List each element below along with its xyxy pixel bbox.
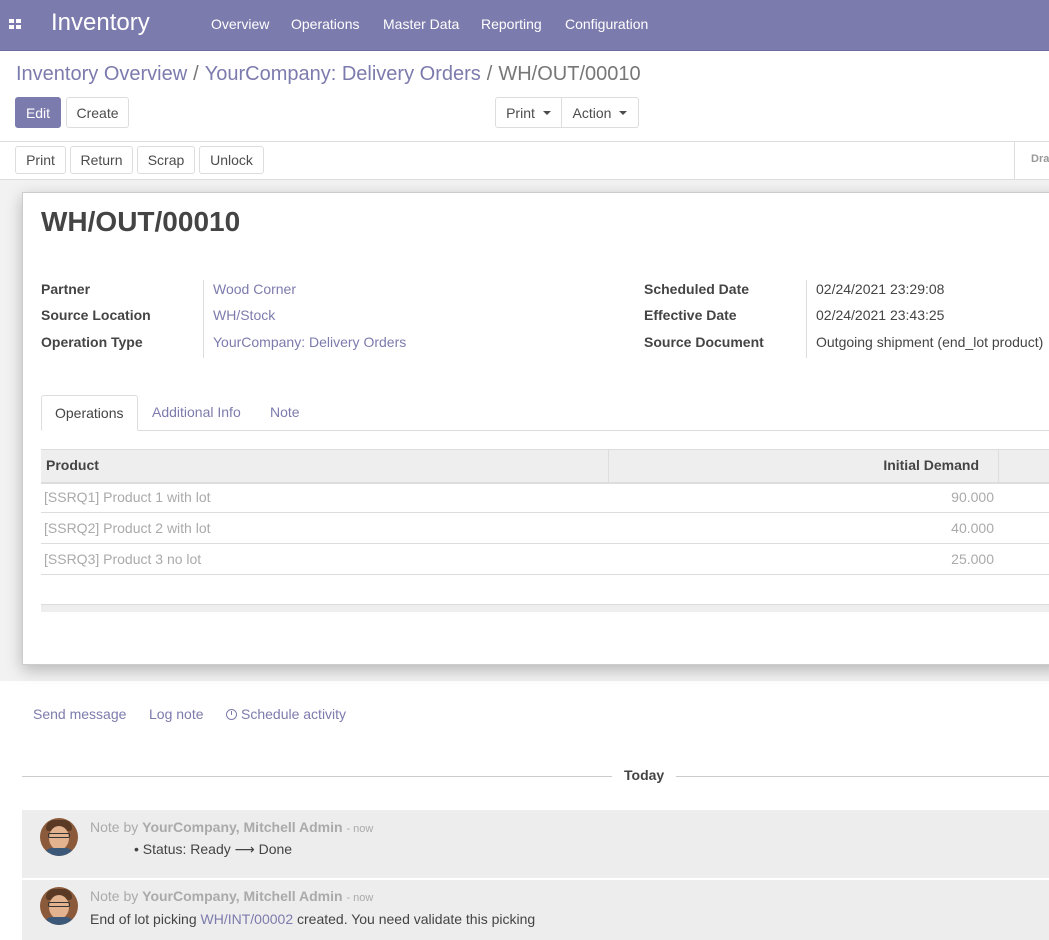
message-tracking: • Status: Ready ⟶ Done (134, 841, 292, 858)
app-title[interactable]: Inventory (51, 9, 150, 37)
scheduled-date-label: Scheduled Date (644, 281, 750, 297)
log-note-button[interactable]: Log note (149, 706, 204, 722)
tracking-old-value: Status: Ready (142, 841, 231, 857)
breadcrumb-current: WH/OUT/00010 (498, 63, 641, 85)
effective-date-value: 02/24/2021 23:43:25 (816, 307, 945, 323)
edit-button[interactable]: Edit (15, 97, 61, 128)
caret-down-icon (619, 110, 628, 115)
chatter-message: Note by YourCompany, Mitchell Admin - no… (22, 810, 1049, 878)
qty-cell: 25.000 (951, 551, 994, 567)
source-document-value: Outgoing shipment (end_lot product) (816, 334, 1044, 350)
field-divider (806, 280, 807, 358)
source-location-value[interactable]: WH/Stock (213, 307, 275, 323)
message-author[interactable]: YourCompany, Mitchell Admin (142, 819, 342, 835)
status-draft[interactable]: Dra (1014, 141, 1049, 179)
product-cell: [SSRQ2] Product 2 with lot (44, 520, 211, 536)
menu-reporting[interactable]: Reporting (481, 16, 542, 32)
breadcrumb: Inventory Overview / YourCompany: Delivery… (16, 63, 641, 86)
column-initial-demand[interactable]: Initial Demand (883, 457, 979, 473)
apps-menu-icon[interactable] (9, 19, 22, 30)
effective-date-label: Effective Date (644, 307, 737, 323)
source-location-label: Source Location (41, 307, 151, 323)
clock-icon (226, 709, 237, 720)
operation-type-label: Operation Type (41, 334, 143, 350)
source-document-label: Source Document (644, 334, 764, 350)
schedule-activity-label: Schedule activity (241, 706, 347, 722)
table-footer (41, 604, 1049, 612)
column-divider (998, 450, 999, 482)
message-time: - now (346, 892, 374, 904)
divider (0, 141, 1049, 142)
unlock-button[interactable]: Unlock (199, 146, 264, 174)
operation-type-value[interactable]: YourCompany: Delivery Orders (213, 334, 406, 350)
tracking-new-value: Done (258, 841, 293, 857)
message-header: Note by YourCompany, Mitchell Admin - no… (90, 819, 373, 835)
table-header: Product Initial Demand (41, 449, 1049, 484)
action-dropdown[interactable]: Action (561, 97, 639, 128)
breadcrumb-inventory-overview[interactable]: Inventory Overview (16, 63, 187, 85)
message-prefix: Note by (90, 888, 139, 904)
qty-cell: 90.000 (951, 489, 994, 505)
arrow-right-icon: ⟶ (234, 841, 255, 857)
product-cell: [SSRQ1] Product 1 with lot (44, 489, 211, 505)
avatar[interactable] (40, 818, 78, 856)
print-dropdown-label: Print (506, 104, 535, 121)
chatter-message: Note by YourCompany, Mitchell Admin - no… (22, 880, 1049, 940)
tab-additional-info[interactable]: Additional Info (139, 395, 254, 431)
table-row[interactable]: [SSRQ3] Product 3 no lot 25.000 (41, 544, 1049, 575)
message-author[interactable]: YourCompany, Mitchell Admin (142, 888, 342, 904)
menu-overview[interactable]: Overview (211, 16, 269, 32)
bullet-icon: • (134, 841, 139, 857)
schedule-activity-button[interactable]: Schedule activity (226, 706, 346, 722)
message-text: End of lot picking (90, 911, 197, 927)
menu-operations[interactable]: Operations (291, 16, 359, 32)
action-dropdown-label: Action (572, 104, 612, 121)
product-cell: [SSRQ3] Product 3 no lot (44, 551, 202, 567)
message-text: created. You need validate this picking (297, 911, 536, 927)
column-product[interactable]: Product (46, 457, 99, 473)
column-divider (608, 450, 609, 482)
table-row[interactable]: [SSRQ2] Product 2 with lot 40.000 (41, 513, 1049, 544)
tab-note[interactable]: Note (257, 395, 313, 431)
message-prefix: Note by (90, 819, 139, 835)
breadcrumb-separator: / (486, 63, 493, 85)
tab-operations[interactable]: Operations (41, 395, 138, 431)
statusbar-print-button[interactable]: Print (15, 146, 66, 174)
print-dropdown[interactable]: Print (495, 97, 562, 128)
picking-link[interactable]: WH/INT/00002 (201, 911, 294, 927)
scrap-button[interactable]: Scrap (137, 146, 195, 174)
menu-configuration[interactable]: Configuration (565, 16, 648, 32)
send-message-button[interactable]: Send message (33, 706, 126, 722)
partner-label: Partner (41, 281, 91, 297)
message-header: Note by YourCompany, Mitchell Admin - no… (90, 888, 373, 904)
breadcrumb-delivery-orders[interactable]: YourCompany: Delivery Orders (205, 63, 481, 85)
field-divider (203, 280, 204, 358)
partner-value[interactable]: Wood Corner (213, 281, 296, 297)
date-separator-line (22, 776, 612, 777)
avatar[interactable] (40, 887, 78, 925)
menu-master-data[interactable]: Master Data (383, 16, 459, 32)
date-separator-line (676, 776, 1049, 777)
top-navbar: Inventory Overview Operations Master Dat… (0, 0, 1049, 51)
scheduled-date-value: 02/24/2021 23:29:08 (816, 281, 945, 297)
breadcrumb-separator: / (193, 63, 199, 85)
return-button[interactable]: Return (70, 146, 133, 174)
qty-cell: 40.000 (951, 520, 994, 536)
table-row[interactable]: [SSRQ1] Product 1 with lot 90.000 (41, 482, 1049, 513)
date-separator-label: Today (624, 767, 665, 783)
create-button[interactable]: Create (66, 97, 129, 128)
message-time: - now (346, 823, 374, 835)
message-body: End of lot picking WH/INT/00002 created.… (90, 911, 535, 927)
caret-down-icon (542, 110, 551, 115)
record-title: WH/OUT/00010 (41, 206, 241, 237)
